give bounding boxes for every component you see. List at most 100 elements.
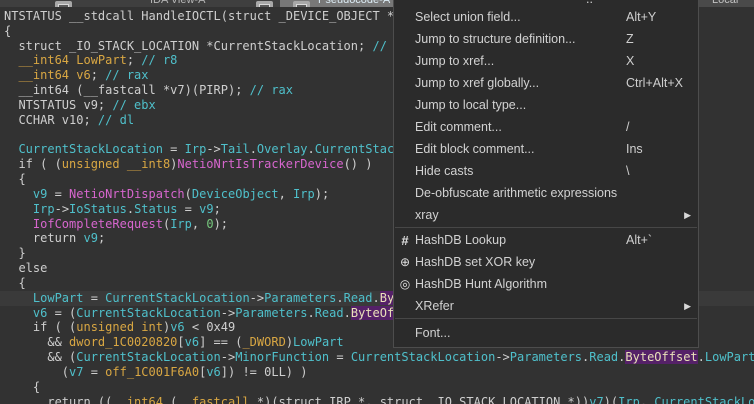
code-token: 0 [206,216,214,231]
code-token: v9 [83,231,98,246]
menu-item-hashdb-hunt-algorithm[interactable]: ◎ HashDB Hunt Algorithm [394,273,698,295]
code-token: // dl [97,112,135,127]
window-icon[interactable] [256,1,273,7]
code-token: DeviceObject [191,186,279,201]
code-line[interactable]: return ((__int64 (__fastcall *)(struct I… [0,395,754,404]
menu-item-xrefer[interactable]: XRefer ▶ [394,295,698,317]
menu-item-hashdb-set-xor-key[interactable]: ⊕ HashDB set XOR key [394,251,698,273]
code-token: if ( ( [4,320,77,335]
code-token: [ [177,335,185,350]
menu-item-font[interactable]: Font... [394,320,698,345]
code-token: v9 [199,201,214,216]
tab-ida-view-a[interactable]: IDA View-A [150,0,205,6]
code-token: CurrentStackLocation [4,142,163,157]
code-token: } [4,246,26,261]
menu-item-jump-to-xref[interactable]: Jump to xref... X [394,50,698,72]
code-token: CurrentStackLoc [654,394,754,404]
code-token: , [191,216,207,231]
code-token: NTSTATUS v9; [4,97,113,112]
code-token: Status [134,201,178,216]
menu-item-label: Jump to xref... [415,54,495,68]
code-line[interactable]: && (CurrentStackLocation->MinorFunction … [0,350,754,365]
menu-item-label: Hide casts [415,164,474,178]
submenu-arrow-icon: ▶ [684,300,691,311]
code-token: . [307,305,315,320]
code-token: __fastcall [177,394,250,404]
code-token: // ebx [112,97,156,112]
menu-item-edit-block-comment[interactable]: Edit block comment... Ins [394,138,698,160]
code-token: __int64 (__fastcall *v7)(PIRP); [4,83,250,98]
code-token: return [4,231,84,246]
code-token: , [639,394,655,404]
code-token: CurrentStackLocation [76,305,221,320]
code-token: && ( [4,350,77,365]
menu-item-hashdb-lookup[interactable]: # HashDB Lookup Alt+` [394,229,698,251]
menu-item-label: Font... [415,325,451,340]
code-token: -> [220,305,236,320]
menu-item-label: Jump to structure definition... [415,32,576,46]
menu-item-label: xray [415,208,439,222]
code-token: = [162,142,185,157]
code-token: LowPart [4,290,84,305]
code-token: ( [162,394,178,404]
code-token: NetioNrtIsTrackerDevice [177,157,344,172]
code-token: ] == ( [199,335,243,350]
code-token: v6 [4,305,48,320]
code-token: __int64 v6 [4,68,91,83]
code-token: // r8 [141,53,178,68]
code-token: // rax [105,68,149,83]
menu-item-select-union-field[interactable]: Select union field... Alt+Y [394,6,698,28]
code-token: . [249,142,257,157]
code-token: 0x49 [206,320,236,335]
menu-item-label: HashDB Lookup [415,233,507,247]
highlighted-identifier: ByteOf [350,305,395,320]
code-token: CurrentStackLocation [76,350,221,365]
code-line[interactable]: { [0,380,754,395]
menu-item-label: Select union field... [415,10,521,24]
highlighted-identifier: ByteOffset [625,350,698,365]
menu-item-label: Edit block comment... [415,142,535,156]
code-token: off_1C001F6A0 [105,364,200,379]
menu-item-shortcut: Alt+Y [626,10,657,24]
menu-item-label: XRefer [415,299,454,313]
code-token: Irp [32,201,55,216]
code-token: v6 [170,320,185,335]
code-token: { [4,172,26,187]
menu-item-jump-to-structure-definition[interactable]: Jump to structure definition... Z [394,28,698,50]
code-token: . [126,201,135,216]
code-line[interactable]: (v7 = off_1C001F6A0[v6]) != 0LL) ) [0,365,754,380]
code-token: ; [126,53,142,68]
code-token: Tail [220,142,250,157]
tab-local-types[interactable]: Local [698,0,754,7]
menu-item-shortcut: Ins [626,142,643,156]
code-token: *)(struct IRP *, struct _IO_STACK_LOCATI… [249,394,590,404]
code-token: -> [495,350,510,365]
tab-pseudocode-a[interactable]: Pseudocode-A [280,0,393,7]
code-token: ); [314,186,330,201]
menu-item-deobfuscate-arithmetic[interactable]: De-obfuscate arithmetic expressions [394,182,698,204]
menu-item-shortcut: X [626,54,635,68]
code-token: v7 [589,394,604,404]
code-token: MinorFunction [235,350,330,365]
code-token: Read [314,305,344,320]
code-token: __int64 LowPart [4,53,127,68]
menu-item-edit-comment[interactable]: Edit comment... / [394,116,698,138]
code-token: { [4,275,26,290]
menu-item-hide-casts[interactable]: Hide casts \ [394,160,698,182]
code-token: . [307,142,315,157]
code-token: Parameters [509,350,583,365]
code-token: ]) != 0LL) ) [220,364,308,379]
menu-item-xray[interactable]: xray ▶ [394,204,698,226]
code-token: . [372,290,380,305]
menu-item-shortcut: Z [626,32,634,46]
menu-item-jump-to-xref-globally[interactable]: Jump to xref globally... Ctrl+Alt+X [394,72,698,94]
code-token: { [4,379,41,394]
menu-item-jump-to-local-type[interactable]: Jump to local type... [394,94,698,116]
code-token: IofCompleteRequest [32,216,163,231]
window-icon[interactable] [55,1,72,7]
code-token: dword_1C0020820 [69,335,178,350]
code-token: = [47,186,70,201]
code-token: -> [249,290,265,305]
